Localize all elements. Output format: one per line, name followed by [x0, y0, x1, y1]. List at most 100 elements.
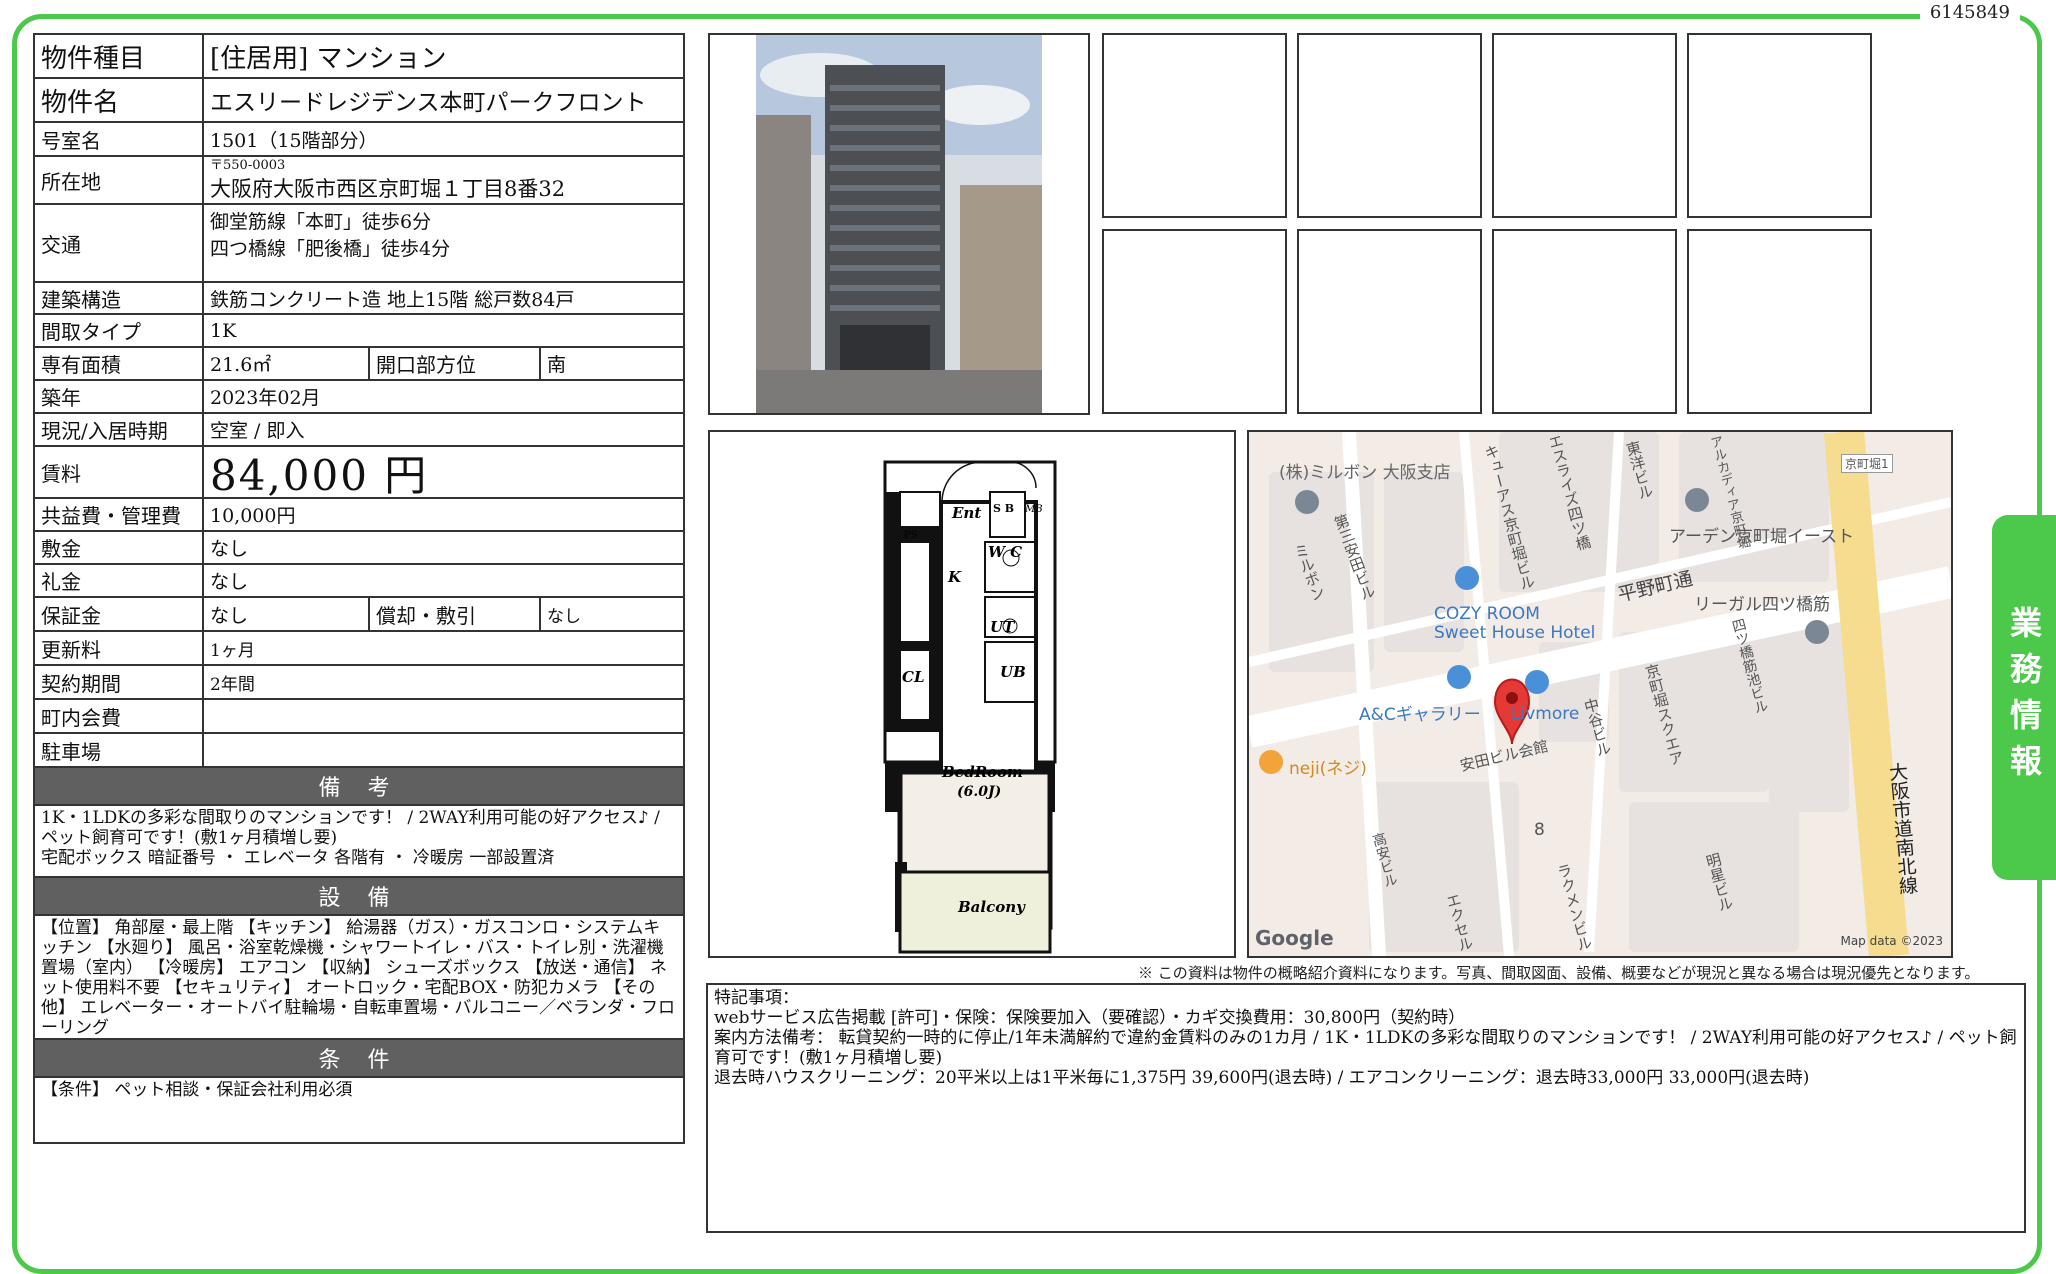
label: 交通 — [35, 205, 204, 281]
building-photo — [756, 35, 1042, 413]
map-label: 京町堀1 — [1841, 454, 1893, 473]
fp-wc: W C — [988, 543, 1022, 561]
label: 保証金 — [35, 598, 204, 630]
document-id: 6145849 — [1919, 2, 2020, 23]
thumbnail-3[interactable] — [1492, 33, 1677, 218]
row-structure: 建築構造 鉄筋コンクリート造 地上15階 総戸数84戸 — [35, 283, 683, 315]
address-text: 大阪府大阪市西区京町堀１丁目8番32 — [210, 176, 566, 201]
property-info-table: 物件種目 [住居用] マンション 物件名 エスリードレジデンス本町パークフロント… — [33, 33, 685, 1144]
row-rent: 賃料 84,000 円 — [35, 447, 683, 500]
rent-value: 84,000 円 — [210, 450, 429, 500]
area-value: 21.6㎡ — [204, 348, 370, 379]
label: 専有面積 — [35, 348, 204, 379]
fp-cl: CL — [902, 668, 925, 686]
remarks-header: 備 考 — [35, 768, 683, 806]
renewal-value: 1ヶ月 — [210, 640, 255, 661]
label: 号室名 — [35, 123, 204, 155]
equipment-text: 【位置】 角部屋・最上階 【キッチン】 給湯器（ガス）・ガスコンロ・システムキッ… — [35, 916, 683, 1040]
business-info-tab[interactable]: 業務情報 — [1992, 515, 2056, 880]
label: 敷金 — [35, 532, 204, 563]
access-line: 御堂筋線「本町」徒歩6分 — [210, 211, 432, 233]
row-term: 契約期間 2年間 — [35, 666, 683, 700]
access-value: 御堂筋線「本町」徒歩6分 四つ橋線「肥後橋」徒歩4分 — [204, 205, 683, 281]
thumbnail-4[interactable] — [1687, 33, 1872, 218]
floorplan-drawing: Ent S B MB PS W C K UT UB CL BedRoom (6.… — [883, 460, 1057, 954]
label: 現況/入居時期 — [35, 414, 204, 445]
map-base — [1249, 432, 1951, 956]
thumbnail-1[interactable] — [1102, 33, 1287, 218]
key-money-value: なし — [210, 571, 249, 593]
row-built: 築年 2023年02月 — [35, 381, 683, 414]
postal-code: 〒550-0003 — [210, 157, 286, 173]
special-notes-line: 退去時ハウスクリーニング：20平米以上は1平米毎に1,375円 39,600円(… — [714, 1068, 1810, 1088]
term-value: 2年間 — [210, 674, 255, 695]
special-notes-box: 特記事項： webサービス広告掲載 [許可]・保険：保険要加入（要確認）・カギ交… — [706, 983, 2026, 1233]
fp-ut: UT — [990, 618, 1016, 636]
building-photo-frame[interactable] — [708, 33, 1090, 415]
label: 物件名 — [35, 79, 204, 121]
conditions-text: 【条件】 ペット相談・保証会社利用必須 — [35, 1078, 683, 1144]
fp-bedroom-size: (6.0J) — [957, 784, 1001, 800]
row-layout: 間取タイプ 1K — [35, 315, 683, 348]
layout-value: 1K — [210, 319, 237, 342]
label: 建築構造 — [35, 283, 204, 313]
property-name-value: エスリードレジデンス本町パークフロント — [210, 90, 647, 116]
row-property-type: 物件種目 [住居用] マンション — [35, 35, 683, 79]
map-label: リーガル四ツ橋筋 — [1694, 595, 1830, 615]
special-notes-line: 案内方法備考： 転貸契約一時的に停止/1年未満解約で違約金賃料のみの1カ月 / … — [714, 1028, 2017, 1068]
row-address: 所在地 〒550-0003 大阪府大阪市西区京町堀１丁目8番32 — [35, 157, 683, 205]
row-deposit: 敷金 なし — [35, 532, 683, 565]
map-poi-label: A&Cギャラリー — [1359, 705, 1481, 725]
fee-value: 10,000円 — [210, 505, 296, 527]
thumbnail-2[interactable] — [1297, 33, 1482, 218]
row-guarantee: 保証金 なし 償却・敷引 なし — [35, 598, 683, 632]
thumbnail-8[interactable] — [1687, 229, 1872, 414]
label: 礼金 — [35, 565, 204, 596]
label: 共益費・管理費 — [35, 499, 204, 530]
row-room: 号室名 1501（15階部分） — [35, 123, 683, 157]
deposit-value: なし — [210, 538, 249, 560]
map-poi-label: neji(ネジ) — [1289, 759, 1367, 779]
location-map[interactable]: (株)ミルボン 大阪支店 第三安田ビル ミルボン キューアス京町堀ビル エスライ… — [1247, 430, 1953, 958]
row-renewal: 更新料 1ヶ月 — [35, 632, 683, 666]
label: 間取タイプ — [35, 315, 204, 346]
fp-mb: MB — [1024, 504, 1043, 515]
label: 償却・敷引 — [370, 598, 541, 630]
address-value: 〒550-0003 大阪府大阪市西区京町堀１丁目8番32 — [204, 157, 683, 203]
label: 更新料 — [35, 632, 204, 664]
fp-sb: S B — [993, 502, 1014, 515]
row-area: 専有面積 21.6㎡ 開口部方位 南 — [35, 348, 683, 381]
access-line: 四つ橋線「肥後橋」徒歩4分 — [210, 238, 451, 260]
row-access: 交通 御堂筋線「本町」徒歩6分 四つ橋線「肥後橋」徒歩4分 — [35, 205, 683, 283]
fp-ps: PS — [904, 530, 918, 541]
label: 賃料 — [35, 447, 204, 497]
parking-value — [204, 734, 683, 766]
fp-ent: Ent — [951, 504, 981, 522]
label: 所在地 — [35, 157, 204, 203]
label: 物件種目 — [35, 35, 204, 77]
row-key-money: 礼金 なし — [35, 565, 683, 598]
room-value: 1501（15階部分） — [210, 129, 378, 152]
orientation-value: 南 — [547, 354, 567, 376]
thumbnail-6[interactable] — [1297, 229, 1482, 414]
special-notes-title: 特記事項： — [714, 988, 799, 1008]
google-logo: Google — [1255, 926, 1334, 950]
label: 開口部方位 — [370, 348, 541, 379]
conditions-header: 条 件 — [35, 1040, 683, 1078]
thumbnail-5[interactable] — [1102, 229, 1287, 414]
fp-ub: UB — [1000, 663, 1026, 681]
built-value: 2023年02月 — [210, 387, 321, 409]
floorplan-frame[interactable]: Ent S B MB PS W C K UT UB CL BedRoom (6.… — [708, 430, 1236, 958]
thumbnail-7[interactable] — [1492, 229, 1677, 414]
row-property-name: 物件名 エスリードレジデンス本町パークフロント — [35, 79, 683, 123]
remarks-text: 1K・1LDKの多彩な間取りのマンションです！ / 2WAY利用可能の好アクセス… — [35, 806, 683, 878]
label: 契約期間 — [35, 666, 204, 698]
fp-balcony: Balcony — [957, 898, 1026, 916]
map-label: (株)ミルボン 大阪支店 — [1279, 463, 1451, 483]
row-parking: 駐車場 — [35, 734, 683, 768]
structure-value: 鉄筋コンクリート造 地上15階 総戸数84戸 — [210, 288, 575, 311]
map-poi-label: COZY ROOM — [1434, 604, 1540, 624]
map-poi-label: Livmore — [1511, 704, 1580, 724]
row-fee: 共益費・管理費 10,000円 — [35, 499, 683, 532]
label: 町内会費 — [35, 700, 204, 732]
